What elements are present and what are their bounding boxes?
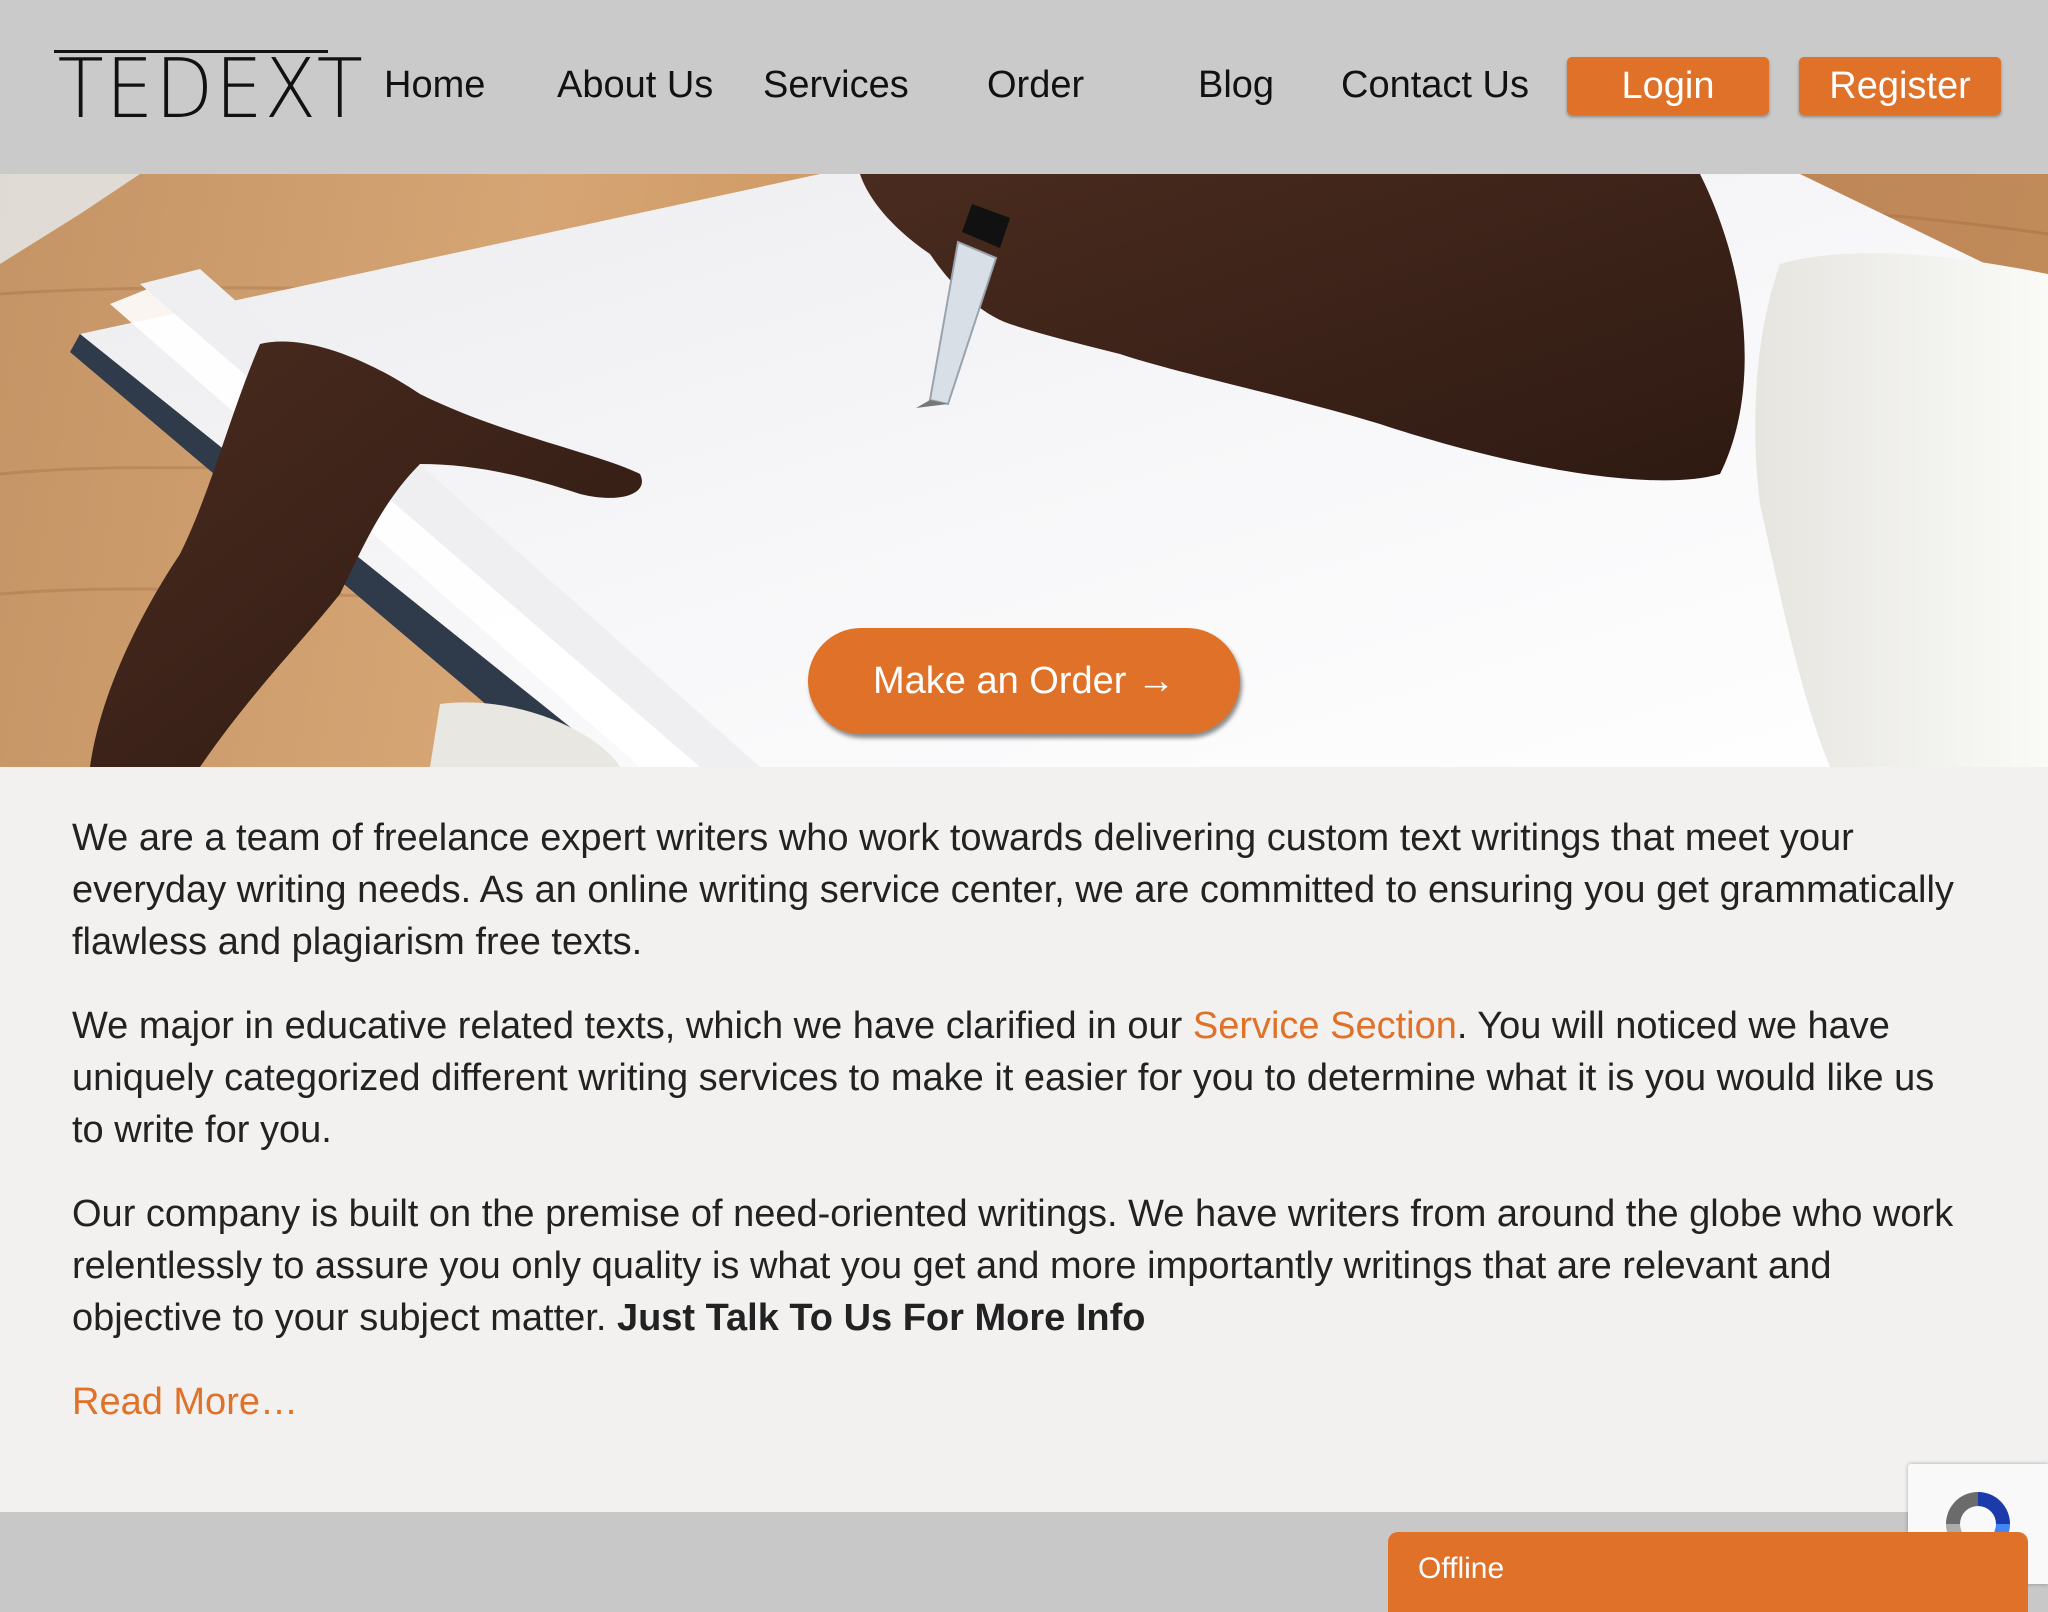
nav-blog[interactable]: Blog [1198,64,1274,106]
nav-contact-us[interactable]: Contact Us [1341,64,1529,106]
logo-text: TEDEXT [57,42,365,137]
chat-offline-tab[interactable]: Offline [1388,1532,2028,1612]
intro-paragraph-2: We major in educative related texts, whi… [72,1000,1972,1156]
nav-order[interactable]: Order [987,64,1084,106]
site-header: TEDEXT Home About Us Services Order Blog… [0,0,2048,174]
hero-banner: Make an Order → [0,174,2048,767]
intro-paragraph-1: We are a team of freelance expert writer… [72,817,1954,963]
read-more-link[interactable]: Read More… [72,1381,298,1423]
p2-text-before: We major in educative related texts, whi… [72,1005,1193,1047]
nav-about-us[interactable]: About Us [557,64,713,106]
site-logo[interactable]: TEDEXT [54,44,392,131]
nav-home[interactable]: Home [384,64,485,106]
login-button[interactable]: Login [1567,57,1769,115]
intro-content: We are a team of freelance expert writer… [72,812,1972,1428]
intro-paragraph-3: Our company is built on the premise of n… [72,1188,1972,1344]
service-section-link[interactable]: Service Section [1193,1005,1457,1047]
make-order-button[interactable]: Make an Order → [808,628,1240,734]
talk-to-us-bold: Just Talk To Us For More Info [616,1297,1146,1339]
register-button[interactable]: Register [1799,57,2001,115]
nav-services[interactable]: Services [763,64,909,106]
